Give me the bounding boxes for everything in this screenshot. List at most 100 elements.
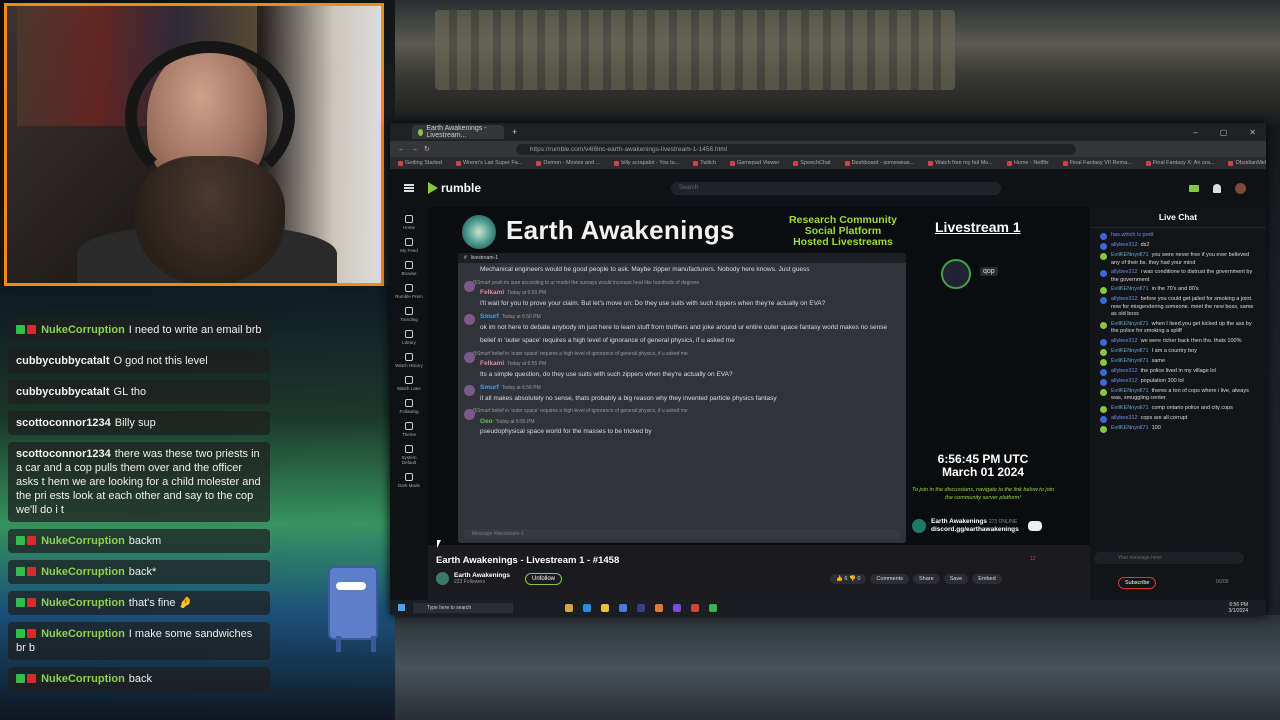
sidenav-item[interactable]: Theme: [394, 422, 424, 437]
sidenav-item[interactable]: System Default: [394, 445, 424, 465]
file-explorer-icon[interactable]: [565, 603, 573, 612]
tab-active[interactable]: Earth Awakenings - Livestream...: [412, 125, 504, 139]
taskbar-clock: 6:56 PM 3/1/2024: [1228, 601, 1248, 614]
discord-message: Smurf Today at 6:56 PM it all makes absolu…: [458, 381, 906, 405]
share-button[interactable]: Share: [913, 574, 940, 584]
close-icon[interactable]: ✕: [1249, 128, 1256, 137]
tab-bar: Earth Awakenings - Livestream... + – ▢ ✕: [390, 123, 1266, 141]
user-badge-icon: [1100, 270, 1107, 277]
chat-username: scottoconnor1234: [16, 448, 111, 460]
reload-icon[interactable]: ↻: [424, 145, 430, 153]
live-chat-title: Live Chat: [1090, 207, 1266, 228]
livestream-label: Livestream 1: [935, 219, 1021, 235]
rumble-play-icon: [428, 182, 438, 194]
search-input[interactable]: Search: [671, 181, 1002, 195]
sidenav-item[interactable]: Library: [394, 330, 424, 345]
bookmark-item[interactable]: billy scrapalot - You tu...: [614, 160, 679, 166]
bookmark-item[interactable]: Demon - Movies and ...: [536, 160, 600, 166]
like-button[interactable]: 👍 6 👎 0: [830, 574, 867, 584]
nav-icon: [405, 284, 413, 292]
discord-username: Smurf: [480, 384, 499, 391]
sidenav-item[interactable]: My Feed: [394, 238, 424, 253]
live-chat-username: allybee312: [1111, 337, 1138, 344]
bookmark-item[interactable]: Twitch: [693, 160, 716, 166]
live-chat-text: 100: [1151, 424, 1161, 431]
discord-avatar: [464, 385, 475, 396]
brave-icon[interactable]: [655, 603, 663, 612]
hashtag-icon: #: [464, 255, 467, 261]
new-tab-button[interactable]: +: [512, 127, 517, 137]
sidenav-item[interactable]: Home: [394, 215, 424, 230]
bookmark-item[interactable]: Dashboard - someweas...: [844, 160, 914, 166]
chat-text: that's fine 🤌: [128, 597, 193, 609]
folder-icon[interactable]: [601, 603, 609, 612]
back-icon[interactable]: ←: [398, 146, 405, 153]
comments-button[interactable]: Comments: [870, 574, 910, 584]
steam-icon[interactable]: [637, 603, 645, 612]
sidenav-item[interactable]: Browse: [394, 261, 424, 276]
sidenav-item[interactable]: Rumble Prem: [394, 284, 424, 299]
unfollow-button[interactable]: Unfollow: [525, 572, 563, 585]
bookmark-item[interactable]: Wrenn's Lair Super Fa...: [456, 160, 522, 166]
bookmark-item[interactable]: Final Fantasy X: An ora...: [1145, 160, 1214, 166]
live-chat-message: EvilKENnyoll71 I am a country boy: [1100, 348, 1258, 356]
bookmark-item[interactable]: Watch free my fail Mo...: [928, 160, 993, 166]
save-button[interactable]: Save: [943, 574, 969, 584]
firefox-icon[interactable]: [691, 603, 699, 612]
sidenav-item[interactable]: Trending: [394, 307, 424, 322]
obs-icon[interactable]: [673, 603, 681, 612]
live-chat-message: allybee312 population 300 lol: [1100, 378, 1258, 386]
embed-button[interactable]: Embed: [972, 574, 1002, 584]
mod-badge-icon: [27, 674, 36, 683]
live-chat-input[interactable]: Your message here: [1094, 552, 1244, 564]
channel-avatar[interactable]: [436, 572, 449, 585]
chat-message: NukeCorruption back*: [8, 560, 270, 584]
sidenav-item[interactable]: Dark Mode: [394, 473, 424, 488]
subscribe-button[interactable]: Subscribe: [1118, 577, 1157, 589]
maximize-icon[interactable]: ▢: [1220, 128, 1228, 137]
user-avatar[interactable]: [1235, 182, 1246, 194]
spotify-icon[interactable]: [709, 603, 717, 612]
bookmark-favicon-icon: [844, 160, 850, 166]
sidenav-item[interactable]: Following: [394, 399, 424, 414]
channel-name[interactable]: Earth Awakenings: [454, 572, 510, 579]
chat-message: NukeCorruption back: [8, 667, 270, 691]
video-player[interactable]: Earth Awakenings Research Community Soci…: [428, 207, 1090, 545]
live-chat-text: population 300 lol: [1140, 377, 1184, 384]
windows-taskbar: Type here to search 6:56 PM 3/1/2024: [390, 600, 1266, 615]
bookmark-item[interactable]: ObsidianMelon - Hobb...: [1228, 160, 1266, 166]
user-badge-icon: [1100, 243, 1107, 250]
bookmark-item[interactable]: Home - Netflix: [1006, 160, 1049, 166]
bookmark-item[interactable]: Final Fantasy VII Rema...: [1062, 160, 1132, 166]
live-chat-username: allybee312: [1111, 367, 1138, 374]
notification-bell-icon[interactable]: [1213, 183, 1221, 193]
towelie-mascot: [320, 560, 382, 655]
minimize-icon[interactable]: –: [1193, 128, 1197, 137]
user-badge-icon: [1100, 297, 1107, 304]
sidenav-item[interactable]: Watch History: [394, 353, 424, 368]
live-chat-text: in the 70's and 80's: [1151, 286, 1199, 292]
discord-text: Mechanical engineers would be good peopl…: [480, 266, 810, 273]
rumble-logo[interactable]: rumble: [428, 181, 481, 195]
forward-icon[interactable]: →: [411, 146, 418, 153]
discord-message: @Smurf yeah im sure according to ur mode…: [458, 277, 906, 311]
taskbar-search[interactable]: Type here to search: [413, 602, 513, 613]
discord-message: Smurf Today at 6:50 PM ok im not here to d…: [458, 310, 906, 334]
go-live-icon[interactable]: [1189, 184, 1199, 192]
verified-badge-icon: [16, 325, 25, 334]
live-chat-messages: has.which is prett allybee312 ds2 EvilKENny…: [1090, 228, 1266, 433]
url-field[interactable]: https://rumble.com/v4i6lnc-earth-awakeni…: [515, 143, 1076, 155]
live-chat-username: has.which is prett: [1111, 232, 1154, 238]
bookmark-item[interactable]: Gamepad Viewer: [729, 160, 779, 166]
speaker-avatar: [941, 259, 971, 289]
char-counter: 0/200: [1216, 579, 1229, 585]
sidenav-item[interactable]: Watch Later: [394, 376, 424, 391]
bookmark-item[interactable]: Getting Started: [398, 160, 442, 166]
live-chat-text: the police lived in my village lol: [1140, 367, 1216, 374]
store-icon[interactable]: [619, 603, 627, 612]
windows-start-icon[interactable]: [398, 604, 405, 611]
mouse-cursor: [437, 540, 441, 548]
edge-icon[interactable]: [583, 603, 591, 612]
bookmark-item[interactable]: SpeechChat: [793, 160, 831, 166]
menu-icon[interactable]: [404, 184, 414, 192]
